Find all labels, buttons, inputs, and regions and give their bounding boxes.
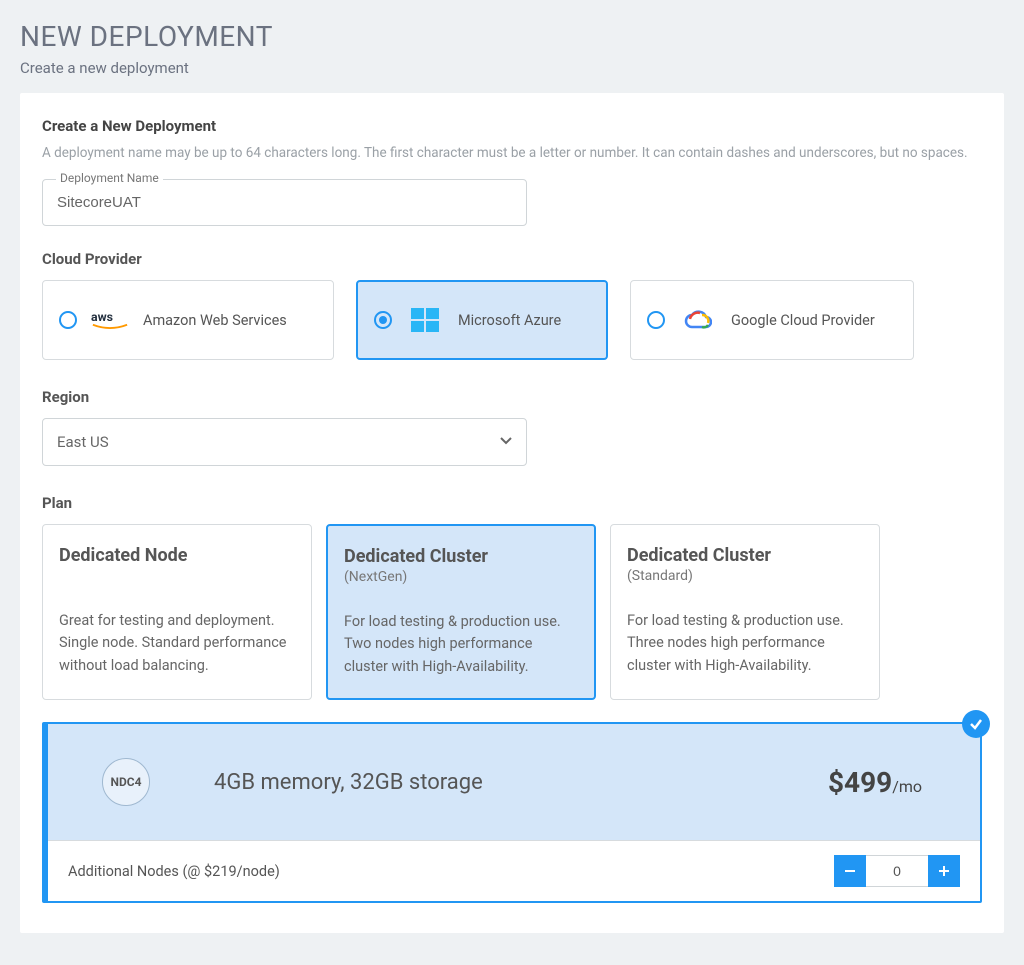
region-label: Region	[42, 388, 982, 406]
plan-desc: Great for testing and deployment. Single…	[59, 610, 295, 677]
provider-option-aws[interactable]: aws Amazon Web Services	[42, 280, 334, 360]
plan-title: Dedicated Cluster	[344, 546, 578, 567]
name-hint: A deployment name may be up to 64 charac…	[42, 145, 982, 161]
plan-sub: (Standard)	[627, 568, 863, 584]
plan-title: Dedicated Node	[59, 545, 295, 566]
deployment-card: Create a New Deployment A deployment nam…	[20, 93, 1004, 933]
radio-unchecked-icon	[647, 311, 665, 329]
tier-badge: NDC4	[102, 758, 150, 806]
deployment-name-field: Deployment Name	[42, 179, 527, 226]
plan-option-dedicated-node[interactable]: Dedicated Node Great for testing and dep…	[42, 524, 312, 700]
tier-selection[interactable]: NDC4 4GB memory, 32GB storage $499/mo Ad…	[42, 722, 982, 903]
tier-price: $499/mo	[828, 766, 922, 799]
plan-title: Dedicated Cluster	[627, 545, 863, 566]
section-title: Create a New Deployment	[42, 117, 982, 135]
radio-checked-icon	[374, 311, 392, 329]
check-icon	[962, 710, 990, 738]
plan-desc: For load testing & production use. Two n…	[344, 611, 578, 678]
page-title: NEW DEPLOYMENT	[20, 20, 1004, 53]
plan-option-dedicated-cluster-standard[interactable]: Dedicated Cluster (Standard) For load te…	[610, 524, 880, 700]
gcp-logo-icon	[679, 309, 717, 331]
aws-logo-icon: aws	[91, 308, 129, 332]
provider-label-gcp: Google Cloud Provider	[731, 312, 875, 329]
additional-nodes-input[interactable]	[866, 855, 928, 887]
decrement-button[interactable]	[834, 855, 866, 887]
provider-option-azure[interactable]: Microsoft Azure	[356, 280, 608, 360]
plan-label: Plan	[42, 494, 982, 512]
cloud-provider-label: Cloud Provider	[42, 250, 982, 268]
svg-text:aws: aws	[91, 311, 113, 325]
additional-nodes-label: Additional Nodes (@ $219/node)	[68, 863, 280, 880]
plan-sub: (NextGen)	[344, 569, 578, 585]
additional-nodes-stepper	[834, 855, 960, 887]
deployment-name-input[interactable]	[42, 179, 527, 226]
plan-desc: For load testing & production use. Three…	[627, 610, 863, 677]
provider-option-gcp[interactable]: Google Cloud Provider	[630, 280, 914, 360]
radio-unchecked-icon	[59, 311, 77, 329]
deployment-name-label: Deployment Name	[56, 171, 163, 185]
azure-logo-icon	[406, 302, 444, 338]
region-select[interactable]: East US	[42, 418, 527, 466]
page-subtitle: Create a new deployment	[20, 59, 1004, 77]
provider-label-aws: Amazon Web Services	[143, 312, 287, 329]
provider-label-azure: Microsoft Azure	[458, 312, 561, 329]
tier-spec: 4GB memory, 32GB storage	[214, 770, 764, 795]
increment-button[interactable]	[928, 855, 960, 887]
plan-option-dedicated-cluster-nextgen[interactable]: Dedicated Cluster (NextGen) For load tes…	[326, 524, 596, 700]
